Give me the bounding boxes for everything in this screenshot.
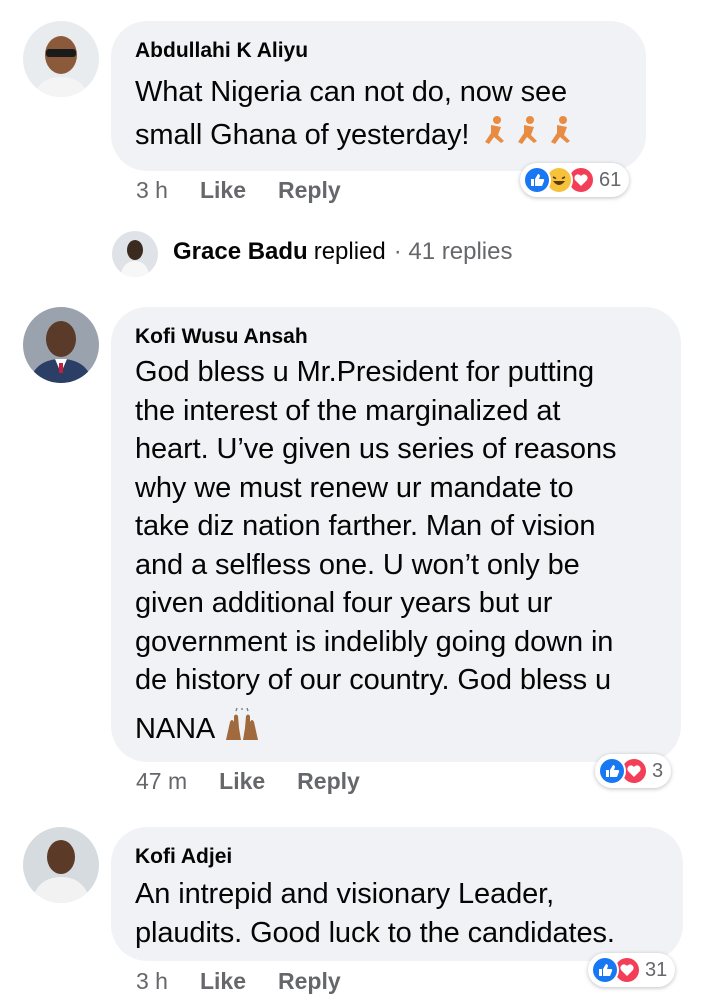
like-button[interactable]: Like bbox=[200, 177, 246, 204]
comment-line: An intrepid and visionary Leader, bbox=[135, 878, 555, 910]
running-person-emoji bbox=[477, 115, 577, 158]
like-button[interactable]: Like bbox=[200, 968, 246, 995]
comment-bubble: Abdullahi K Aliyu What Nigeria can not d… bbox=[111, 21, 646, 171]
comment-line: why we must renew ur mandate to bbox=[135, 471, 574, 504]
comment-line: What Nigeria can not do, now see bbox=[135, 76, 568, 108]
reaction-summary[interactable]: 3 bbox=[595, 754, 672, 788]
comment-line: and a selfless one. U won’t only be bbox=[135, 548, 580, 581]
avatar-grace-badu[interactable] bbox=[112, 231, 158, 277]
comment-line: small Ghana of yesterday! bbox=[135, 114, 622, 158]
reply-count: · 41 replies bbox=[393, 238, 513, 265]
comment-actions: 3 h Like Reply bbox=[136, 968, 373, 995]
comment-line: government is indelibly going down in bbox=[135, 625, 614, 658]
comment-line: de history of our country. God bless u bbox=[135, 664, 612, 696]
comment-line: heart. U’ve given us series of reasons bbox=[135, 433, 617, 465]
comment-line: NANA bbox=[135, 707, 657, 753]
comment-text: What Nigeria can not do, now see small G… bbox=[135, 71, 622, 158]
view-replies-link[interactable]: Grace Badu replied · 41 replies bbox=[173, 238, 513, 266]
reply-button[interactable]: Reply bbox=[297, 768, 360, 795]
like-icon bbox=[591, 956, 619, 984]
reply-button[interactable]: Reply bbox=[278, 177, 341, 204]
comment-author[interactable]: Kofi Wusu Ansah bbox=[135, 325, 657, 349]
raised-hands-emoji bbox=[222, 707, 262, 753]
comment-bubble: Kofi Adjei An intrepid and visionary Lea… bbox=[111, 827, 683, 961]
comment-timestamp[interactable]: 3 h bbox=[136, 968, 168, 995]
comment-timestamp[interactable]: 47 m bbox=[136, 768, 187, 795]
like-icon bbox=[598, 757, 626, 785]
reply-button[interactable]: Reply bbox=[278, 968, 341, 995]
reply-text: replied bbox=[313, 238, 386, 265]
reaction-summary[interactable]: 31 bbox=[588, 953, 676, 987]
comment-text: An intrepid and visionary Leader, plaudi… bbox=[135, 875, 659, 953]
comment-line: take diz nation farther. Man of vision bbox=[135, 510, 596, 542]
reaction-count: 31 bbox=[645, 958, 668, 981]
avatar-abdullahi[interactable] bbox=[23, 21, 99, 97]
like-button[interactable]: Like bbox=[219, 768, 265, 795]
comment-line: plaudits. Good luck to the candidates. bbox=[135, 917, 615, 949]
comment-bubble: Kofi Wusu Ansah God bless u Mr.President… bbox=[111, 307, 681, 762]
reaction-summary[interactable]: 61 bbox=[520, 163, 630, 197]
comment-actions: 47 m Like Reply bbox=[136, 768, 392, 795]
avatar-kofi-wusu-ansah[interactable] bbox=[23, 307, 99, 383]
like-icon bbox=[523, 166, 551, 194]
comment-line: given additional four years but ur bbox=[135, 587, 553, 619]
reaction-count: 61 bbox=[599, 168, 622, 191]
comment-line: God bless u Mr.President for putting bbox=[135, 356, 595, 388]
comment-timestamp[interactable]: 3 h bbox=[136, 177, 168, 204]
comment-actions: 3 h Like Reply bbox=[136, 177, 373, 204]
comment-author[interactable]: Abdullahi K Aliyu bbox=[135, 39, 622, 63]
reaction-count: 3 bbox=[652, 759, 664, 782]
comment-line: the interest of the marginalized at bbox=[135, 394, 561, 427]
comment-author[interactable]: Kofi Adjei bbox=[135, 845, 659, 869]
reply-author: Grace Badu bbox=[173, 238, 308, 265]
comment-text: God bless u Mr.President for putting the… bbox=[135, 353, 657, 752]
avatar-kofi-adjei[interactable] bbox=[23, 827, 99, 903]
